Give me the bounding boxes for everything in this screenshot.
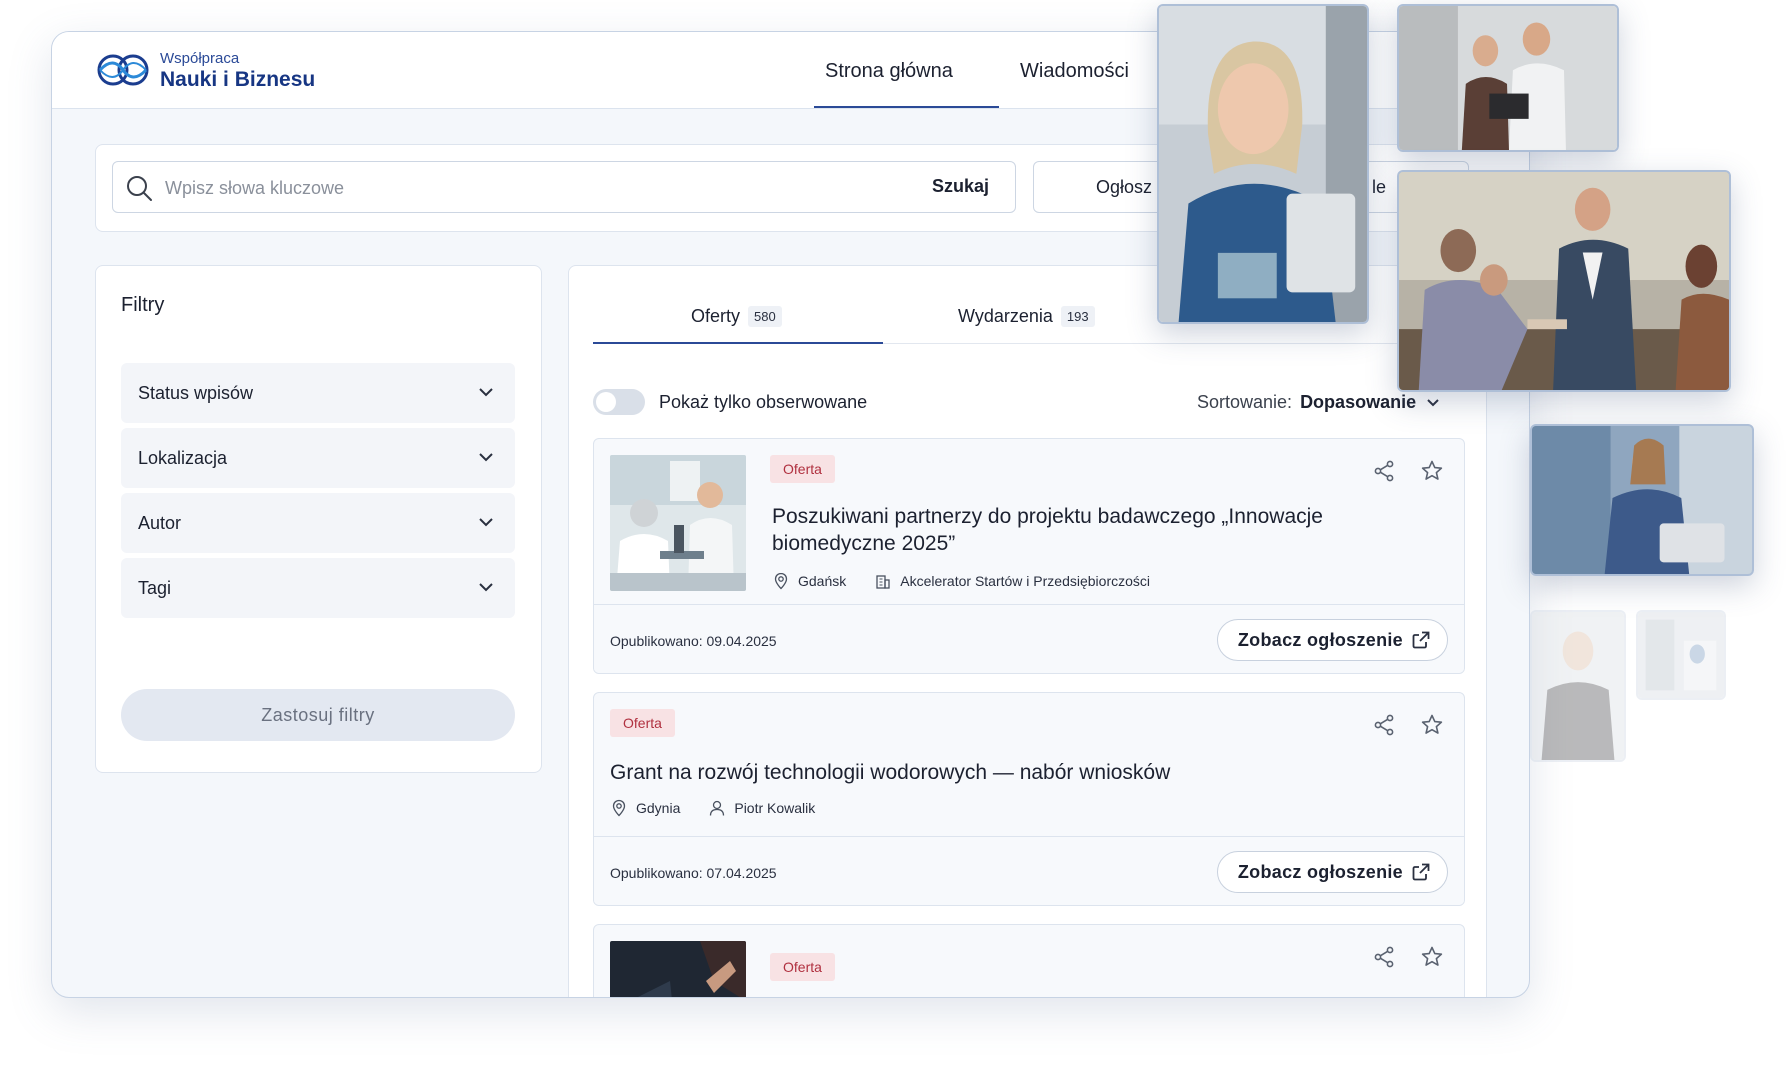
card-title[interactable]: Poszukiwani partnerzy do projektu badawc… [772, 503, 1323, 557]
toggle-knob [596, 392, 616, 412]
published-value: 09.04.2025 [706, 633, 777, 649]
offer-card: Oferta [593, 924, 1465, 997]
building-icon [876, 575, 890, 589]
external-link-icon [1412, 631, 1430, 649]
card-title[interactable]: Grant na rozwój technologii wodorowych —… [610, 759, 1170, 786]
view-offer-label: Zobacz ogłoszenie [1237, 861, 1403, 882]
filter-tags[interactable]: Tagi [121, 558, 515, 618]
chevron-down-icon [479, 518, 493, 527]
external-link-icon [1412, 863, 1430, 881]
view-offer-button[interactable]: Zobacz ogłoszenie [1216, 851, 1448, 893]
card-actions [1372, 459, 1444, 483]
filter-label: Lokalizacja [138, 448, 228, 468]
card-thumbnail [610, 455, 746, 591]
tab-count-badge: 193 [1060, 306, 1095, 327]
tab-label: Wydarzenia [958, 306, 1053, 326]
filter-label: Autor [138, 513, 182, 533]
share-icon[interactable] [1372, 713, 1396, 737]
card-author: Piotr Kowalik [734, 800, 816, 816]
filter-location[interactable]: Lokalizacja [121, 428, 515, 488]
logo-line-1: Współpraca [160, 49, 240, 67]
nav-active-indicator [814, 106, 999, 108]
offer-card: Oferta Poszukiwani partnerzy do projektu… [593, 438, 1465, 674]
published-date: Opublikowano: 07.04.2025 [610, 865, 777, 881]
sort-value: Dopasowanie [1300, 392, 1417, 412]
card-footer: Opublikowano: 09.04.2025 Zobacz ogłoszen… [594, 604, 1464, 673]
photo-woman-phone [1530, 424, 1754, 576]
nav-news[interactable]: Wiadomości [1020, 60, 1129, 83]
published-label: Opublikowano: [610, 633, 703, 649]
logo-mark-icon [97, 54, 149, 86]
chevron-down-icon [479, 388, 493, 397]
sort-dropdown[interactable]: Sortowanie: Dopasowanie [1197, 392, 1440, 413]
card-thumbnail [610, 941, 746, 997]
location-pin-icon [774, 572, 788, 590]
card-meta: Gdynia Piotr Kowalik [610, 799, 815, 817]
card-title-line: biomedyczne 2025” [772, 532, 956, 555]
post-button-label-tail: le [1372, 176, 1387, 197]
filter-label: Status wpisów [138, 383, 254, 403]
offer-badge: Oferta [610, 709, 675, 737]
search-box[interactable]: Szukaj [112, 161, 1016, 213]
sort-label: Sortowanie: [1197, 392, 1293, 412]
search-icon [127, 176, 152, 201]
star-icon[interactable] [1420, 459, 1444, 483]
card-title-line: Poszukiwani partnerzy do projektu badawc… [772, 505, 1323, 528]
view-offer-label: Zobacz ogłoszenie [1237, 629, 1403, 650]
chevron-down-icon [479, 583, 493, 592]
photo-colleagues-tablet [1397, 4, 1619, 152]
nav-home[interactable]: Strona główna [825, 60, 953, 83]
search-input[interactable] [165, 174, 865, 202]
card-actions [1372, 945, 1444, 969]
location-pin-icon [612, 799, 626, 817]
share-icon[interactable] [1372, 945, 1396, 969]
offer-card: Oferta Grant na rozwój technologii wodor… [593, 692, 1465, 906]
card-organization: Akcelerator Startów i Przedsiębiorczości [900, 573, 1151, 589]
logo-line-2: Nauki i Biznesu [160, 67, 316, 91]
star-icon[interactable] [1420, 945, 1444, 969]
tab-events[interactable]: Wydarzenia 193 [958, 306, 1095, 327]
post-button-label: Ogłosz [1096, 176, 1153, 197]
filter-author[interactable]: Autor [121, 493, 515, 553]
tab-active-indicator [593, 342, 883, 344]
share-icon[interactable] [1372, 459, 1396, 483]
filters-panel: Filtry Status wpisów Lokalizacja Autor T… [95, 265, 542, 773]
tab-label: Oferty [691, 306, 741, 326]
published-label: Opublikowano: [610, 865, 703, 881]
card-location: Gdynia [636, 800, 681, 816]
user-icon [710, 800, 725, 816]
logo-text: Współpraca Nauki i Biznesu [160, 51, 315, 90]
tab-offers[interactable]: Oferty 580 [691, 306, 782, 327]
chevron-down-icon [1427, 398, 1439, 406]
chevron-down-icon [479, 453, 493, 462]
view-offer-button[interactable]: Zobacz ogłoszenie [1216, 619, 1448, 661]
card-meta: Gdańsk Akcelerator Startów i Przedsiębio… [772, 572, 1150, 590]
published-date: Opublikowano: 09.04.2025 [610, 633, 777, 649]
logo[interactable]: Współpraca Nauki i Biznesu [96, 50, 315, 90]
follow-only-toggle[interactable] [593, 389, 645, 415]
apply-filters-button[interactable]: Zastosuj filtry [121, 689, 515, 741]
results-panel: Oferty 580 Wydarzenia 193 Pokaż tylko ob… [568, 265, 1487, 997]
card-location: Gdańsk [798, 573, 847, 589]
search-button[interactable]: Szukaj [932, 176, 989, 197]
offer-badge: Oferta [770, 455, 835, 483]
published-value: 07.04.2025 [706, 865, 777, 881]
card-actions [1372, 713, 1444, 737]
filter-label: Tagi [138, 578, 172, 598]
offer-badge: Oferta [770, 953, 835, 981]
card-footer: Opublikowano: 07.04.2025 Zobacz ogłoszen… [594, 836, 1464, 905]
photo-faded-woman [1530, 610, 1626, 762]
filters-title: Filtry [121, 294, 165, 316]
follow-only-label: Pokaż tylko obserwowane [659, 392, 868, 412]
portrait-photo-woman [1157, 4, 1369, 324]
filter-status[interactable]: Status wpisów [121, 363, 515, 423]
photo-business-handshake [1397, 170, 1731, 392]
tab-count-badge: 580 [748, 306, 782, 327]
photo-faded-office [1636, 610, 1726, 700]
star-icon[interactable] [1420, 713, 1444, 737]
